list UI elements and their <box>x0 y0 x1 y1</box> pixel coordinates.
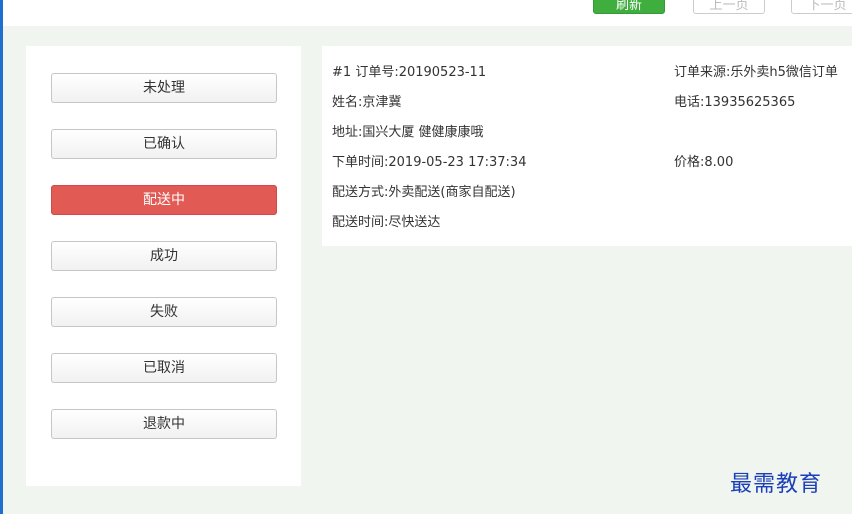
order-source: 乐外卖h5微信订单 <box>730 65 838 80</box>
delivery-time-label: 配送时间: <box>332 215 389 230</box>
delivery-method-line: 配送方式:外卖配送(商家自配送) <box>332 181 516 200</box>
customer-name-label: 姓名: <box>332 95 363 110</box>
order-time-label: 下单时间: <box>332 155 389 170</box>
customer-name-line: 姓名:京津冀 <box>332 91 401 110</box>
status-tab-refunding[interactable]: 退款中 <box>51 409 277 439</box>
order-time-line: 下单时间:2019-05-23 17:37:34 <box>332 151 526 170</box>
window-left-edge <box>0 0 3 514</box>
prev-page-button[interactable]: 上一页 <box>693 0 765 14</box>
status-tab-confirmed[interactable]: 已确认 <box>51 129 277 159</box>
order-number-line: #1 订单号:20190523-11 <box>332 61 486 80</box>
price-value: 8.00 <box>704 155 734 170</box>
status-tab-delivering[interactable]: 配送中 <box>51 185 277 215</box>
status-sidebar: 未处理 已确认 配送中 成功 失败 已取消 退款中 <box>26 46 301 486</box>
watermark-logo: 最需教育 <box>730 472 823 497</box>
phone-line: 电话:13935625365 <box>674 91 795 110</box>
order-index: #1 <box>332 65 352 80</box>
top-toolbar: 刷新 上一页 下一页 <box>3 0 852 26</box>
status-tab-cancelled[interactable]: 已取消 <box>51 353 277 383</box>
status-tab-unprocessed[interactable]: 未处理 <box>51 73 277 103</box>
order-source-line: 订单来源:乐外卖h5微信订单 <box>674 61 838 80</box>
order-source-label: 订单来源: <box>674 65 731 80</box>
address-value: 国兴大厦 健健康康哦 <box>362 125 484 140</box>
order-number: 20190523-11 <box>398 65 487 80</box>
delivery-method-label: 配送方式: <box>332 185 389 200</box>
refresh-button[interactable]: 刷新 <box>593 0 665 14</box>
price-line: 价格:8.00 <box>674 151 733 170</box>
address-line: 地址:国兴大厦 健健康康哦 <box>332 121 484 140</box>
phone-number: 13935625365 <box>704 95 796 110</box>
customer-name: 京津冀 <box>362 95 402 110</box>
status-tab-failed[interactable]: 失败 <box>51 297 277 327</box>
delivery-method: 外卖配送(商家自配送) <box>388 185 516 200</box>
delivery-time: 尽快送达 <box>388 215 441 230</box>
price-label: 价格: <box>674 155 705 170</box>
delivery-time-line: 配送时间:尽快送达 <box>332 211 440 230</box>
next-page-button[interactable]: 下一页 <box>791 0 852 14</box>
order-card[interactable]: #1 订单号:20190523-11 订单来源:乐外卖h5微信订单 姓名:京津冀… <box>322 46 852 246</box>
address-label: 地址: <box>332 125 363 140</box>
status-tab-success[interactable]: 成功 <box>51 241 277 271</box>
phone-label: 电话: <box>674 95 705 110</box>
order-time: 2019-05-23 17:37:34 <box>388 155 527 170</box>
order-number-label: 订单号: <box>355 65 399 80</box>
